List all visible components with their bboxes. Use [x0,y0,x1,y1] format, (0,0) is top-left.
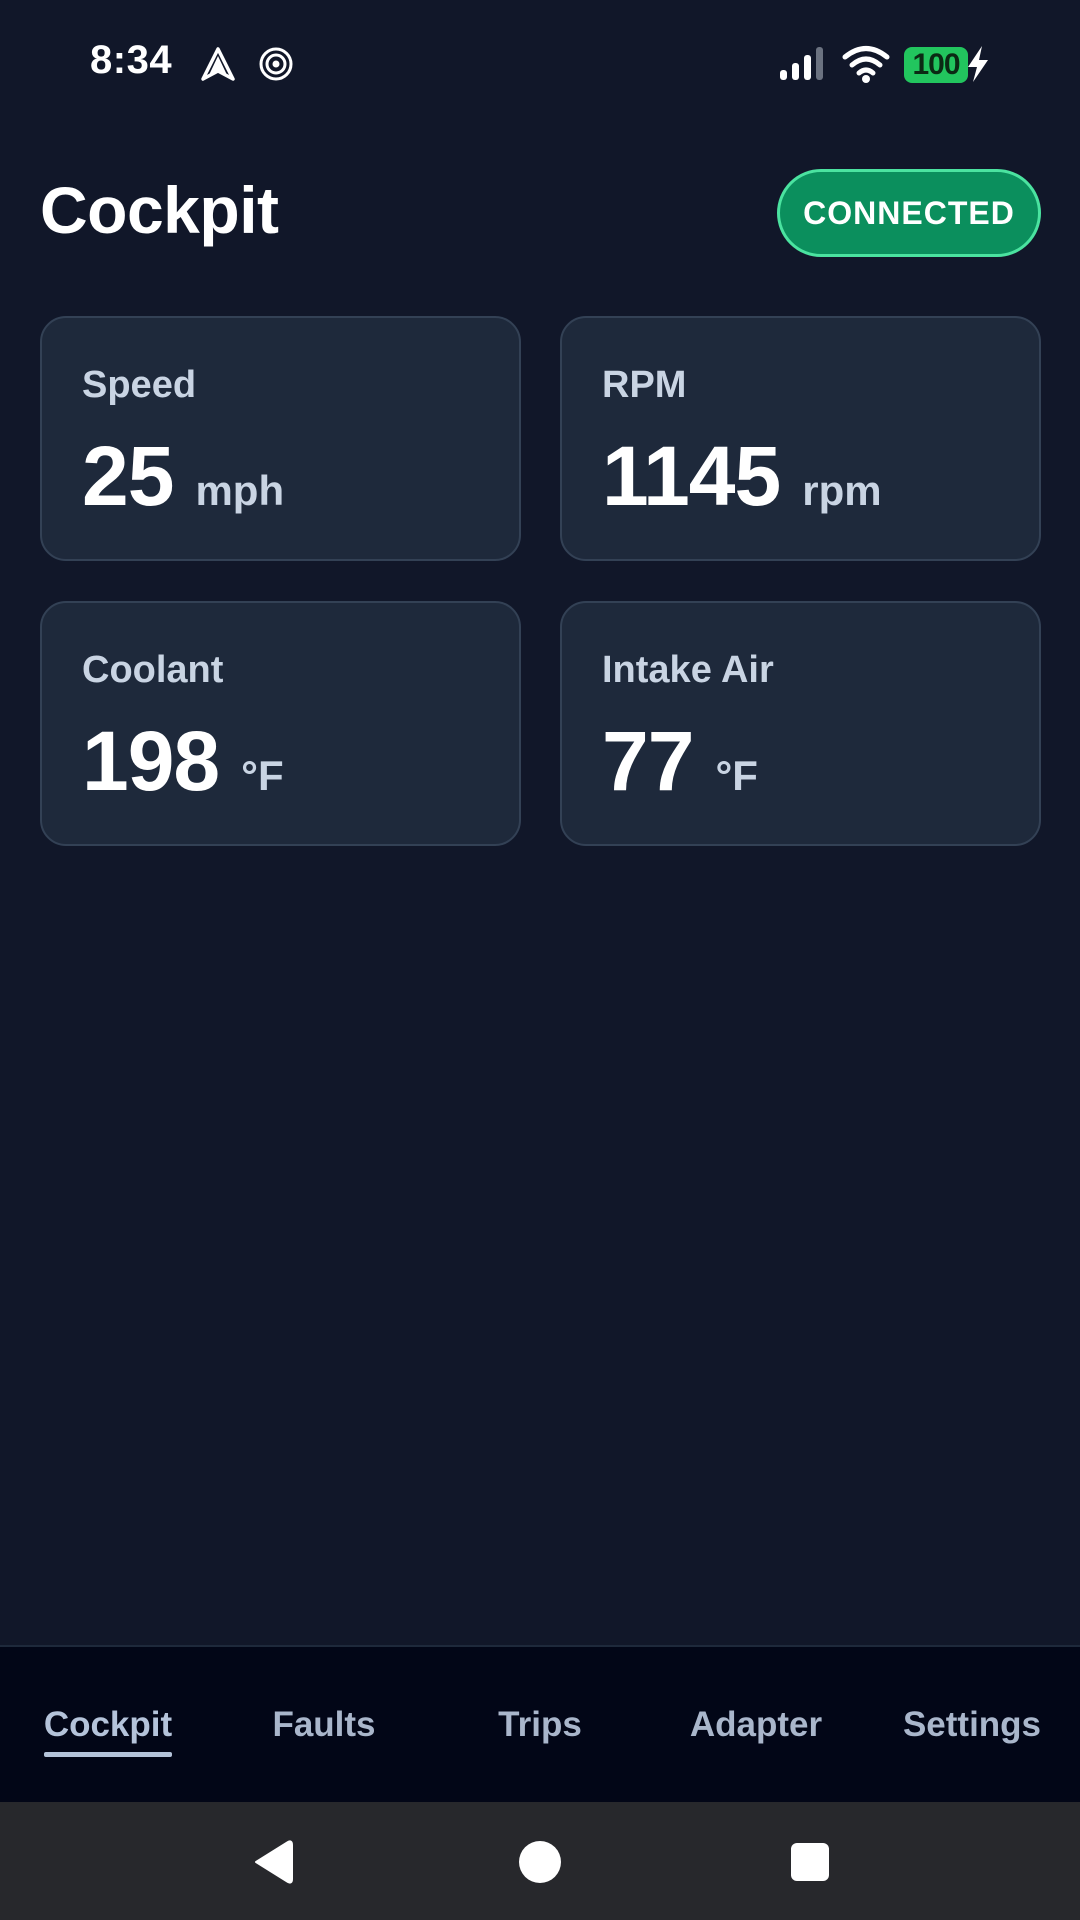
connection-status-badge[interactable]: CONNECTED [777,169,1041,257]
active-tab-indicator [43,1751,173,1757]
tab-faults[interactable]: Faults [216,1647,432,1802]
gauge-unit: °F [241,752,284,799]
rpm-gauge-card: RPM 1145 rpm [560,316,1041,561]
gauge-value: 198 [82,714,220,808]
back-icon[interactable] [248,1838,296,1886]
gauge-reading: 198 °F [82,713,284,810]
gauge-value: 25 [82,429,174,523]
home-icon[interactable] [516,1838,564,1886]
gauge-reading: 1145 rpm [602,428,882,525]
gauge-reading: 25 mph [82,428,284,525]
tab-label-text: Cockpit [43,1704,173,1744]
intake-air-gauge-card: Intake Air 77 °F [560,601,1041,846]
spiral-icon [259,47,293,81]
tab-label: Settings [902,1704,1042,1744]
status-bar: 8:34 100 [0,0,1080,130]
recents-icon[interactable] [786,1838,834,1886]
gauge-value: 1145 [602,429,781,523]
gauge-reading: 77 °F [602,713,758,810]
gauge-unit: rpm [802,467,882,514]
gauge-label: Speed [82,364,197,406]
system-navigation-bar [0,1802,1080,1920]
bottom-tab-bar: Cockpit Faults Trips Adapter Settings [0,1645,1080,1802]
gauge-unit: °F [715,752,758,799]
tab-trips[interactable]: Trips [432,1647,648,1802]
speed-gauge-card: Speed 25 mph [40,316,521,561]
tab-cockpit[interactable]: Cockpit [0,1647,216,1802]
tab-label: Adapter [689,1704,823,1744]
cellular-signal-icon [780,47,823,80]
app-screen: 8:34 100 Cockpit CONNECTED Speed 25 mph … [0,0,1080,1920]
charging-bolt-icon [968,46,988,82]
page-title: Cockpit [40,173,279,247]
gauge-label: Intake Air [602,649,774,691]
coolant-gauge-card: Coolant 198 °F [40,601,521,846]
tab-label: Faults [272,1704,376,1744]
gauge-label: Coolant [82,649,224,691]
tab-label: Cockpit [43,1704,173,1757]
tab-adapter[interactable]: Adapter [648,1647,864,1802]
gauge-unit: mph [195,467,285,514]
gauge-label: RPM [602,364,687,406]
wifi-icon [842,46,890,83]
battery-level: 100 [912,48,960,81]
battery-icon: 100 [904,47,968,83]
gauge-value: 77 [602,714,694,808]
status-time: 8:34 [90,38,173,82]
tab-settings[interactable]: Settings [864,1647,1080,1802]
tab-label: Trips [498,1704,582,1744]
navigation-arrow-icon [201,47,235,81]
